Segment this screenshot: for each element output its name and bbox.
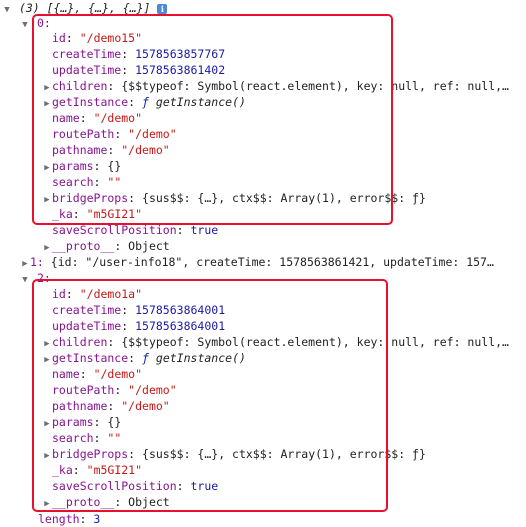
item-index: 1: (30, 255, 44, 269)
highlight-box-item-2 (32, 279, 388, 512)
expand-arrow-icon[interactable]: ▼ (20, 17, 30, 33)
info-icon[interactable]: i (157, 3, 168, 14)
item-1-collapsed[interactable]: ▶ 1: {id: "/user-info18", createTime: 157… (20, 254, 494, 270)
expand-arrow-icon[interactable]: ▼ (20, 272, 30, 288)
field-value: Object (128, 239, 170, 253)
field-value: 3 (93, 512, 101, 526)
array-summary: (3) [{…}, {…}, {…}] (18, 1, 151, 15)
field-value: true (190, 223, 219, 237)
console-object-tree: ▼ (3) [{…}, {…}, {…}] i ▼ 0: id: "/demo1… (0, 0, 526, 526)
field-length: length: 3 (38, 512, 101, 526)
item-summary: {id: "/user-info18", createTime: 1578563… (50, 255, 494, 269)
highlight-box-item-0 (32, 14, 393, 225)
expand-arrow-icon[interactable]: ▼ (2, 2, 12, 18)
field-proto[interactable]: ▶ __proto__: Object (42, 238, 170, 254)
